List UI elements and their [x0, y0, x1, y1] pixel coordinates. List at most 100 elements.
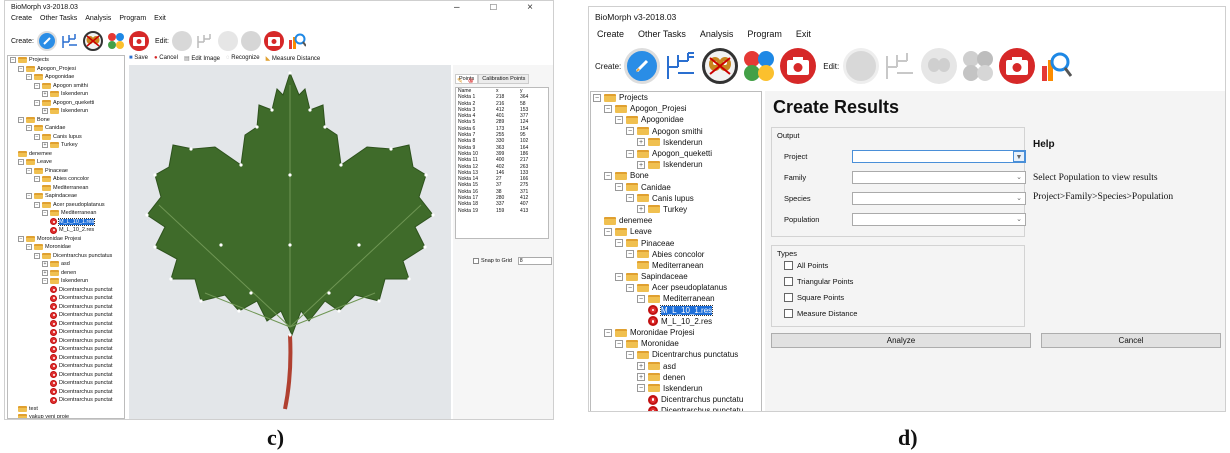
collapse-icon[interactable]: −: [42, 210, 48, 217]
edit-butterfly-icon[interactable]: [921, 48, 958, 84]
tree-node[interactable]: Dicentrarchus punctat: [8, 286, 124, 295]
menu-other-tasks[interactable]: Other Tasks: [40, 15, 77, 22]
tree-node[interactable]: − Moronidae: [8, 243, 124, 252]
collapse-icon[interactable]: −: [626, 283, 634, 292]
collapse-icon[interactable]: −: [615, 115, 623, 124]
tree-node[interactable]: Mediterranean: [8, 184, 124, 193]
expand-icon[interactable]: +: [637, 362, 645, 371]
tree-node[interactable]: + Iskenderun: [8, 90, 124, 99]
tree-node[interactable]: Dicentrarchus punctat: [8, 345, 124, 354]
expand-icon[interactable]: +: [42, 91, 48, 98]
tree-node[interactable]: − Canis lupus: [8, 133, 124, 142]
collapse-icon[interactable]: −: [626, 250, 634, 259]
collapse-icon[interactable]: −: [604, 328, 612, 337]
tree-node[interactable]: − Projects: [8, 56, 124, 65]
edit-image-button[interactable]: ▤ Edit Image: [184, 55, 220, 62]
expand-icon[interactable]: +: [637, 205, 645, 214]
tree-node[interactable]: − Projects: [591, 92, 761, 103]
triangular-points-option[interactable]: Triangular Points: [784, 277, 853, 286]
tree-node[interactable]: − Apogonidae: [591, 114, 761, 125]
collapse-icon[interactable]: −: [604, 104, 612, 113]
tree-node[interactable]: + denen: [591, 372, 761, 383]
collapse-icon[interactable]: −: [26, 74, 32, 81]
save-button[interactable]: ■ Save: [129, 55, 148, 62]
tree-node[interactable]: − Moronidae Projesi: [591, 327, 761, 338]
tree-node[interactable]: Dicentrarchus punctat: [8, 371, 124, 380]
collapse-icon[interactable]: −: [34, 252, 40, 259]
window-controls[interactable]: – □ ×: [454, 2, 547, 13]
color-palette-icon[interactable]: [106, 31, 126, 51]
menu-other-tasks[interactable]: Other Tasks: [638, 29, 686, 39]
expand-icon[interactable]: +: [42, 108, 48, 115]
edit-tree-icon[interactable]: [195, 31, 215, 51]
delete-icon[interactable]: ⊗: [468, 78, 474, 85]
camera-icon[interactable]: [780, 48, 817, 84]
edit-tree-icon[interactable]: [882, 48, 918, 84]
tree-node[interactable]: − Abies concolor: [8, 175, 124, 184]
menu-analysis[interactable]: Analysis: [700, 29, 734, 39]
analyze-button[interactable]: Analyze: [771, 333, 1031, 348]
tree-node[interactable]: − Apogon smithi: [591, 126, 761, 137]
collapse-icon[interactable]: −: [626, 149, 634, 158]
collapse-icon[interactable]: −: [637, 294, 645, 303]
tree-node[interactable]: Dicentrarchus punctat: [8, 311, 124, 320]
project-tree[interactable]: − Projects − Apogon_Projesi − Apogonidae − Apog…: [590, 91, 762, 411]
butterfly-icon[interactable]: [702, 48, 739, 84]
menu-exit[interactable]: Exit: [796, 29, 811, 39]
collapse-icon[interactable]: −: [604, 227, 612, 236]
grid-size-input[interactable]: 8: [517, 257, 552, 265]
tree-node[interactable]: Dicentrarchus punctat: [8, 362, 124, 371]
tree-node[interactable]: Dicentrarchus punctat: [8, 379, 124, 388]
edit-camera-icon[interactable]: [999, 48, 1036, 84]
snap-to-grid-checkbox[interactable]: [473, 258, 479, 264]
tree-node[interactable]: Dicentrarchus punctat: [8, 294, 124, 303]
collapse-icon[interactable]: −: [34, 201, 40, 208]
color-palette-icon[interactable]: [741, 48, 777, 84]
tree-node[interactable]: Dicentrarchus punctat: [8, 303, 124, 312]
tree-node[interactable]: M_L_10_1.res: [8, 217, 124, 227]
tree-node[interactable]: Dicentrarchus punctat: [8, 337, 124, 346]
points-table[interactable]: Name x y Nokta 1 218 364 Nokta 2 216 58 Nokta …: [455, 87, 549, 239]
tree-node[interactable]: − Acer pseudoplatanus: [591, 282, 761, 293]
species-select[interactable]: ⌄: [852, 192, 1026, 205]
tree-node[interactable]: Mediterranean: [591, 260, 761, 271]
tree-node[interactable]: + Iskenderun: [8, 107, 124, 116]
butterfly-icon[interactable]: [82, 31, 103, 51]
menu-create[interactable]: Create: [11, 15, 32, 22]
measure-distance-button[interactable]: ◣ Measure Distance: [266, 55, 321, 62]
collapse-icon[interactable]: −: [26, 167, 32, 174]
expand-icon[interactable]: +: [42, 261, 48, 268]
collapse-icon[interactable]: −: [626, 194, 634, 203]
tree-node[interactable]: − Apogon_Projesi: [591, 103, 761, 114]
menu-analysis[interactable]: Analysis: [85, 15, 111, 22]
tree-node[interactable]: M_L_10_2.res: [591, 316, 761, 327]
all-points-option[interactable]: All Points: [784, 261, 828, 270]
tree-node[interactable]: Dicentrarchus punctat: [8, 328, 124, 337]
collapse-icon[interactable]: −: [18, 159, 24, 166]
measure-distance-option[interactable]: Measure Distance: [784, 309, 857, 318]
new-project-icon[interactable]: [624, 48, 661, 84]
tree-node[interactable]: − Sapindaceae: [8, 192, 124, 201]
tree-node[interactable]: + denen: [8, 269, 124, 278]
tree-node[interactable]: + asd: [591, 361, 761, 372]
pencil-icon[interactable]: ✎: [457, 78, 463, 85]
edit-butterfly-icon[interactable]: [217, 31, 238, 51]
tree-node[interactable]: M_L_10_2.res: [8, 226, 124, 235]
tree-node[interactable]: − Pinaceae: [8, 167, 124, 176]
collapse-icon[interactable]: −: [42, 278, 48, 285]
tree-node[interactable]: − Apogonidae: [8, 73, 124, 82]
collapse-icon[interactable]: −: [626, 350, 634, 359]
collapse-icon[interactable]: −: [18, 235, 24, 242]
magnifier-icon[interactable]: [287, 31, 307, 51]
collapse-icon[interactable]: −: [615, 339, 623, 348]
edit-camera-icon[interactable]: [263, 31, 284, 51]
tree-node[interactable]: + Turkey: [591, 204, 761, 215]
collapse-icon[interactable]: −: [10, 57, 16, 64]
edit-palette-icon[interactable]: [240, 31, 261, 51]
tree-node[interactable]: − Apogon smithi: [8, 82, 124, 91]
measure-distance-checkbox[interactable]: [784, 309, 793, 318]
collapse-icon[interactable]: −: [593, 93, 601, 102]
tree-node[interactable]: − Dicentrarchus punctatus: [591, 349, 761, 360]
tree-node[interactable]: − Apogon_queketti: [591, 148, 761, 159]
tree-node[interactable]: − Leave: [591, 226, 761, 237]
